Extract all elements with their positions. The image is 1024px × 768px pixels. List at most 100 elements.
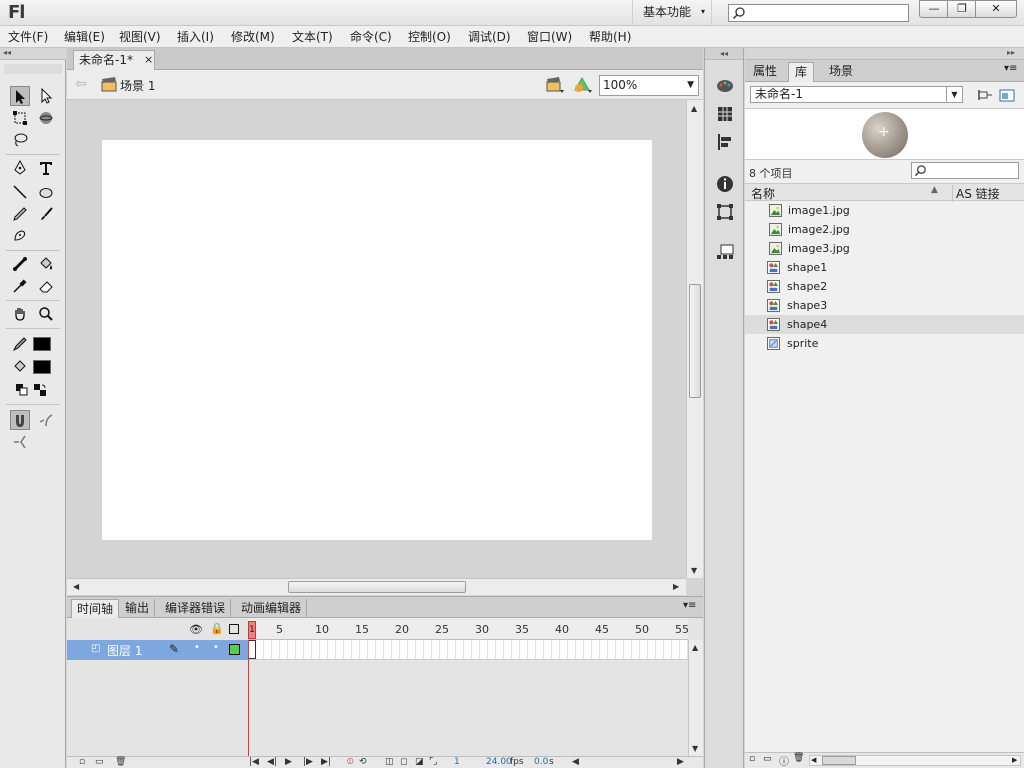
library-item[interactable]: image1.jpg <box>745 201 1024 220</box>
loop-icon[interactable]: ⟲ <box>359 757 367 768</box>
menu-text[interactable]: 文本(T) <box>292 29 333 45</box>
eyedropper-tool-icon[interactable] <box>10 276 30 296</box>
document-tab[interactable]: 未命名-1* × <box>73 50 155 70</box>
frame-ruler[interactable]: 1 5 10 15 20 25 30 35 40 45 50 55 <box>248 618 689 640</box>
oval-tool-icon[interactable] <box>36 182 56 202</box>
scroll-up-icon[interactable]: ▲ <box>691 104 697 113</box>
library-item[interactable]: image3.jpg <box>745 239 1024 258</box>
3d-rotation-tool-icon[interactable] <box>36 108 56 128</box>
modify-markers-icon[interactable]: ⌜⌟ <box>429 757 437 768</box>
pin-icon[interactable] <box>977 88 993 102</box>
tab-properties[interactable]: 属性 <box>747 62 783 82</box>
outline-icon[interactable] <box>229 624 239 634</box>
edit-multiple-frames-icon[interactable]: ◪ <box>415 757 424 768</box>
step-forward-icon[interactable]: |▶ <box>303 757 313 768</box>
black-white-icon[interactable] <box>14 380 30 400</box>
hand-tool-icon[interactable] <box>10 304 30 324</box>
edit-scene-icon[interactable] <box>545 76 565 94</box>
show-hide-eye-icon[interactable]: 👁 <box>189 623 203 636</box>
transform-icon[interactable] <box>715 202 735 222</box>
scroll-right-icon[interactable]: ▶ <box>673 582 679 591</box>
deco-tool-icon[interactable] <box>10 226 30 246</box>
library-search-input[interactable] <box>911 162 1019 179</box>
lock-icon[interactable]: 🔒 <box>210 622 224 635</box>
menu-insert[interactable]: 插入(I) <box>177 29 214 45</box>
library-item[interactable]: image2.jpg <box>745 220 1024 239</box>
align-icon[interactable] <box>715 132 735 152</box>
line-tool-icon[interactable] <box>10 182 30 202</box>
center-frame-icon[interactable]: ⦶ <box>347 757 354 768</box>
components-icon[interactable] <box>715 241 735 261</box>
smooth-icon[interactable] <box>36 410 56 430</box>
scroll-left-icon[interactable]: ◀ <box>811 756 816 764</box>
bone-tool-icon[interactable] <box>10 254 30 274</box>
panel-menu-icon[interactable]: ▾≡ <box>683 600 696 611</box>
menu-control[interactable]: 控制(O) <box>408 29 451 45</box>
new-folder-icon[interactable]: ▭ <box>95 757 104 768</box>
edit-symbol-icon[interactable] <box>573 76 593 94</box>
vertical-scrollbar[interactable]: ▲ ▼ <box>686 100 703 578</box>
library-horizontal-scrollbar[interactable]: ◀ ▶ <box>809 755 1021 766</box>
scroll-left-icon[interactable]: ◀ <box>572 757 579 768</box>
column-name-header[interactable]: 名称 <box>751 185 775 202</box>
swatches-grid-icon[interactable] <box>715 104 735 124</box>
tab-compiler-errors[interactable]: 编译器错误 <box>160 599 232 619</box>
zoom-select[interactable]: 100% ▼ <box>599 75 699 96</box>
last-frame-icon[interactable]: ▶| <box>321 757 331 768</box>
menu-commands[interactable]: 命令(C) <box>350 29 392 45</box>
scroll-right-icon[interactable]: ▶ <box>1012 756 1017 764</box>
lasso-tool-icon[interactable] <box>10 130 30 150</box>
play-icon[interactable]: ▶ <box>285 757 292 768</box>
outline-color-swatch[interactable] <box>229 644 240 655</box>
scroll-down-icon[interactable]: ▼ <box>691 566 697 575</box>
menu-debug[interactable]: 调试(D) <box>468 29 511 45</box>
scroll-left-icon[interactable]: ◀ <box>73 582 79 591</box>
scroll-down-icon[interactable]: ▼ <box>692 744 698 753</box>
library-item[interactable]: shape1 <box>745 258 1024 277</box>
keyframe[interactable] <box>248 640 256 659</box>
delete-layer-icon[interactable]: 🗑 <box>115 757 126 768</box>
pencil-tool-icon[interactable] <box>10 204 30 224</box>
menu-edit[interactable]: 编辑(E) <box>64 29 105 45</box>
brush-tool-icon[interactable] <box>36 204 56 224</box>
library-item[interactable]: shape2 <box>745 277 1024 296</box>
tab-timeline[interactable]: 时间轴 <box>71 599 120 619</box>
onion-skin-icon[interactable]: ◫ <box>385 757 394 768</box>
maximize-button[interactable]: ❐ <box>947 0 977 18</box>
fill-color-swatch[interactable] <box>33 360 51 374</box>
delete-icon[interactable]: 🗑 <box>793 753 804 763</box>
first-frame-icon[interactable]: |◀ <box>249 757 259 768</box>
scroll-right-icon[interactable]: ▶ <box>677 757 684 768</box>
swap-colors-icon[interactable] <box>32 380 48 400</box>
info-icon[interactable] <box>715 174 735 194</box>
straighten-icon[interactable] <box>10 432 30 452</box>
selection-tool-icon[interactable] <box>10 86 30 106</box>
collapse-icon[interactable]: ◂◂ <box>705 48 743 60</box>
horizontal-scrollbar[interactable]: ◀ ▶ <box>67 578 686 595</box>
new-folder-icon[interactable]: ▭ <box>763 754 772 764</box>
stroke-color-swatch[interactable] <box>33 337 51 351</box>
library-document-select[interactable]: 未命名-1 ▼ <box>750 86 963 103</box>
panel-menu-icon[interactable]: ▾≡ <box>1004 63 1017 74</box>
pasteboard[interactable] <box>67 100 686 578</box>
back-arrow-icon[interactable]: ⇦ <box>75 76 87 92</box>
new-symbol-icon[interactable]: ▫ <box>749 754 755 764</box>
scroll-thumb[interactable] <box>822 756 856 765</box>
menu-window[interactable]: 窗口(W) <box>527 29 572 45</box>
new-layer-icon[interactable]: ▫ <box>79 757 85 768</box>
layer-row[interactable]: ◰ 图层 1 ✎ • • <box>67 640 248 660</box>
subselection-tool-icon[interactable] <box>36 86 56 106</box>
lock-dot-icon[interactable]: • <box>213 642 219 653</box>
snap-to-objects-icon[interactable] <box>10 410 30 430</box>
playhead[interactable]: 1 <box>248 621 256 639</box>
free-transform-tool-icon[interactable] <box>10 108 30 128</box>
minimize-button[interactable]: — <box>919 0 949 18</box>
tab-library[interactable]: 库 <box>788 62 815 82</box>
help-search-input[interactable] <box>728 4 909 22</box>
tab-output[interactable]: 输出 <box>120 599 156 619</box>
workspace-switcher[interactable]: 基本功能 ▾ <box>632 0 712 25</box>
new-library-panel-icon[interactable] <box>999 88 1015 102</box>
sort-ascending-icon[interactable]: ▲ <box>931 185 938 195</box>
scene-label[interactable]: 场景 1 <box>120 77 155 94</box>
stage-canvas[interactable] <box>102 140 652 540</box>
